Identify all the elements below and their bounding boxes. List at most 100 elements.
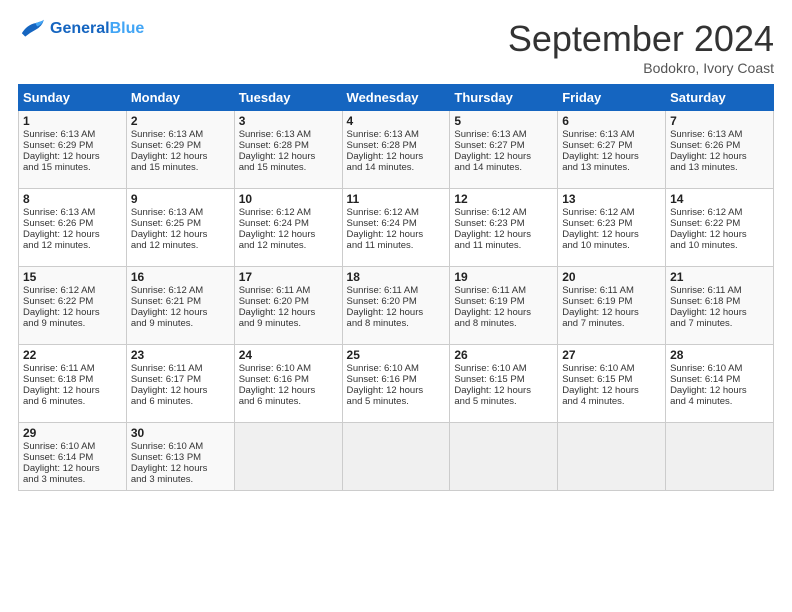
calendar-cell: 13Sunrise: 6:12 AMSunset: 6:23 PMDayligh… [558,189,666,267]
cell-line: Sunset: 6:28 PM [239,140,338,151]
col-header-wednesday: Wednesday [342,85,450,111]
cell-line: Sunset: 6:14 PM [670,374,769,385]
cell-line: Sunset: 6:27 PM [562,140,661,151]
cell-line: Sunrise: 6:11 AM [454,285,553,296]
calendar-week-row: 1 Sunrise: 6:13 AM Sunset: 6:29 PM Daylight… [19,111,774,189]
cell-line: and 13 minutes. [670,162,769,173]
cell-line: and 12 minutes. [131,240,230,251]
page: GeneralBlue September 2024 Bodokro, Ivor… [0,0,792,501]
col-header-monday: Monday [126,85,234,111]
calendar-cell [450,423,558,491]
cell-line: Sunrise: 6:12 AM [23,285,122,296]
cell-line: Sunset: 6:24 PM [239,218,338,229]
cell-line: and 15 minutes. [131,162,230,173]
day-number: 26 [454,348,553,362]
cell-line: Sunset: 6:17 PM [131,374,230,385]
cell-line: Sunset: 6:18 PM [23,374,122,385]
cell-line: Sunrise: 6:12 AM [131,285,230,296]
calendar-cell: 18Sunrise: 6:11 AMSunset: 6:20 PMDayligh… [342,267,450,345]
day-number: 4 [347,114,446,128]
cell-line: Sunrise: 6:10 AM [454,363,553,374]
calendar-cell: 3Sunrise: 6:13 AMSunset: 6:28 PMDaylight… [234,111,342,189]
calendar-header-row: SundayMondayTuesdayWednesdayThursdayFrid… [19,85,774,111]
day-number: 23 [131,348,230,362]
cell-line: Daylight: 12 hours [23,463,122,474]
cell-line: Sunrise: 6:11 AM [562,285,661,296]
cell-line: and 13 minutes. [562,162,661,173]
title-block: September 2024 Bodokro, Ivory Coast [508,18,774,76]
calendar-cell: 20Sunrise: 6:11 AMSunset: 6:19 PMDayligh… [558,267,666,345]
cell-line: Sunrise: 6:11 AM [347,285,446,296]
day-number: 29 [23,426,122,440]
cell-line: and 14 minutes. [454,162,553,173]
day-number: 10 [239,192,338,206]
cell-line: and 15 minutes. [23,162,122,173]
cell-line: and 4 minutes. [562,396,661,407]
calendar-cell: 21Sunrise: 6:11 AMSunset: 6:18 PMDayligh… [666,267,774,345]
cell-line: Sunrise: 6:13 AM [23,207,122,218]
cell-line: Sunset: 6:29 PM [131,140,230,151]
cell-line: Sunrise: 6:10 AM [131,441,230,452]
cell-line: Daylight: 12 hours [562,307,661,318]
cell-line: Daylight: 12 hours [562,385,661,396]
calendar-cell [558,423,666,491]
cell-line: Daylight: 12 hours [239,229,338,240]
cell-line: Sunset: 6:28 PM [347,140,446,151]
day-number: 2 [131,114,230,128]
cell-line: Sunset: 6:19 PM [562,296,661,307]
day-number: 1 [23,114,122,128]
cell-line: Daylight: 12 hours [131,463,230,474]
cell-line: and 12 minutes. [239,240,338,251]
calendar-cell: 24Sunrise: 6:10 AMSunset: 6:16 PMDayligh… [234,345,342,423]
cell-line: Sunset: 6:20 PM [347,296,446,307]
cell-line: Daylight: 12 hours [670,151,769,162]
cell-line: and 6 minutes. [239,396,338,407]
header: GeneralBlue September 2024 Bodokro, Ivor… [18,18,774,76]
day-number: 16 [131,270,230,284]
calendar-cell: 29Sunrise: 6:10 AMSunset: 6:14 PMDayligh… [19,423,127,491]
calendar-cell: 14Sunrise: 6:12 AMSunset: 6:22 PMDayligh… [666,189,774,267]
day-number: 24 [239,348,338,362]
cell-line: and 10 minutes. [670,240,769,251]
cell-line: Daylight: 12 hours [347,307,446,318]
col-header-thursday: Thursday [450,85,558,111]
cell-line: Daylight: 12 hours [239,151,338,162]
cell-line: Sunset: 6:25 PM [131,218,230,229]
calendar-cell: 28Sunrise: 6:10 AMSunset: 6:14 PMDayligh… [666,345,774,423]
cell-line: Sunrise: 6:10 AM [347,363,446,374]
cell-line: and 4 minutes. [670,396,769,407]
calendar-cell: 22Sunrise: 6:11 AMSunset: 6:18 PMDayligh… [19,345,127,423]
cell-line: Sunrise: 6:12 AM [454,207,553,218]
cell-line: Sunrise: 6:12 AM [562,207,661,218]
cell-line: Sunset: 6:18 PM [670,296,769,307]
col-header-saturday: Saturday [666,85,774,111]
cell-line: and 9 minutes. [23,318,122,329]
logo: GeneralBlue [18,18,144,40]
calendar-cell: 6Sunrise: 6:13 AMSunset: 6:27 PMDaylight… [558,111,666,189]
cell-line: Sunset: 6:27 PM [454,140,553,151]
calendar-week-row: 15Sunrise: 6:12 AMSunset: 6:22 PMDayligh… [19,267,774,345]
location: Bodokro, Ivory Coast [508,60,774,76]
cell-line: Sunrise: 6:13 AM [347,129,446,140]
calendar-cell: 2Sunrise: 6:13 AMSunset: 6:29 PMDaylight… [126,111,234,189]
month-title: September 2024 [508,18,774,60]
calendar-cell [234,423,342,491]
cell-line: Daylight: 12 hours [23,229,122,240]
cell-line: Sunrise: 6:10 AM [239,363,338,374]
cell-line: and 8 minutes. [454,318,553,329]
cell-line: Sunrise: 6:13 AM [131,207,230,218]
cell-line: Sunset: 6:15 PM [454,374,553,385]
col-header-sunday: Sunday [19,85,127,111]
calendar-cell: 26Sunrise: 6:10 AMSunset: 6:15 PMDayligh… [450,345,558,423]
cell-line: Daylight: 12 hours [131,385,230,396]
day-number: 3 [239,114,338,128]
day-number: 5 [454,114,553,128]
cell-line: Daylight: 12 hours [23,307,122,318]
cell-line: Sunrise: 6:12 AM [347,207,446,218]
cell-line: Sunset: 6:14 PM [23,452,122,463]
cell-line: and 11 minutes. [347,240,446,251]
cell-line: Sunrise: 6:10 AM [670,363,769,374]
cell-line: Sunset: 6:13 PM [131,452,230,463]
cell-line: Sunset: 6:29 PM [23,140,122,151]
day-number: 30 [131,426,230,440]
